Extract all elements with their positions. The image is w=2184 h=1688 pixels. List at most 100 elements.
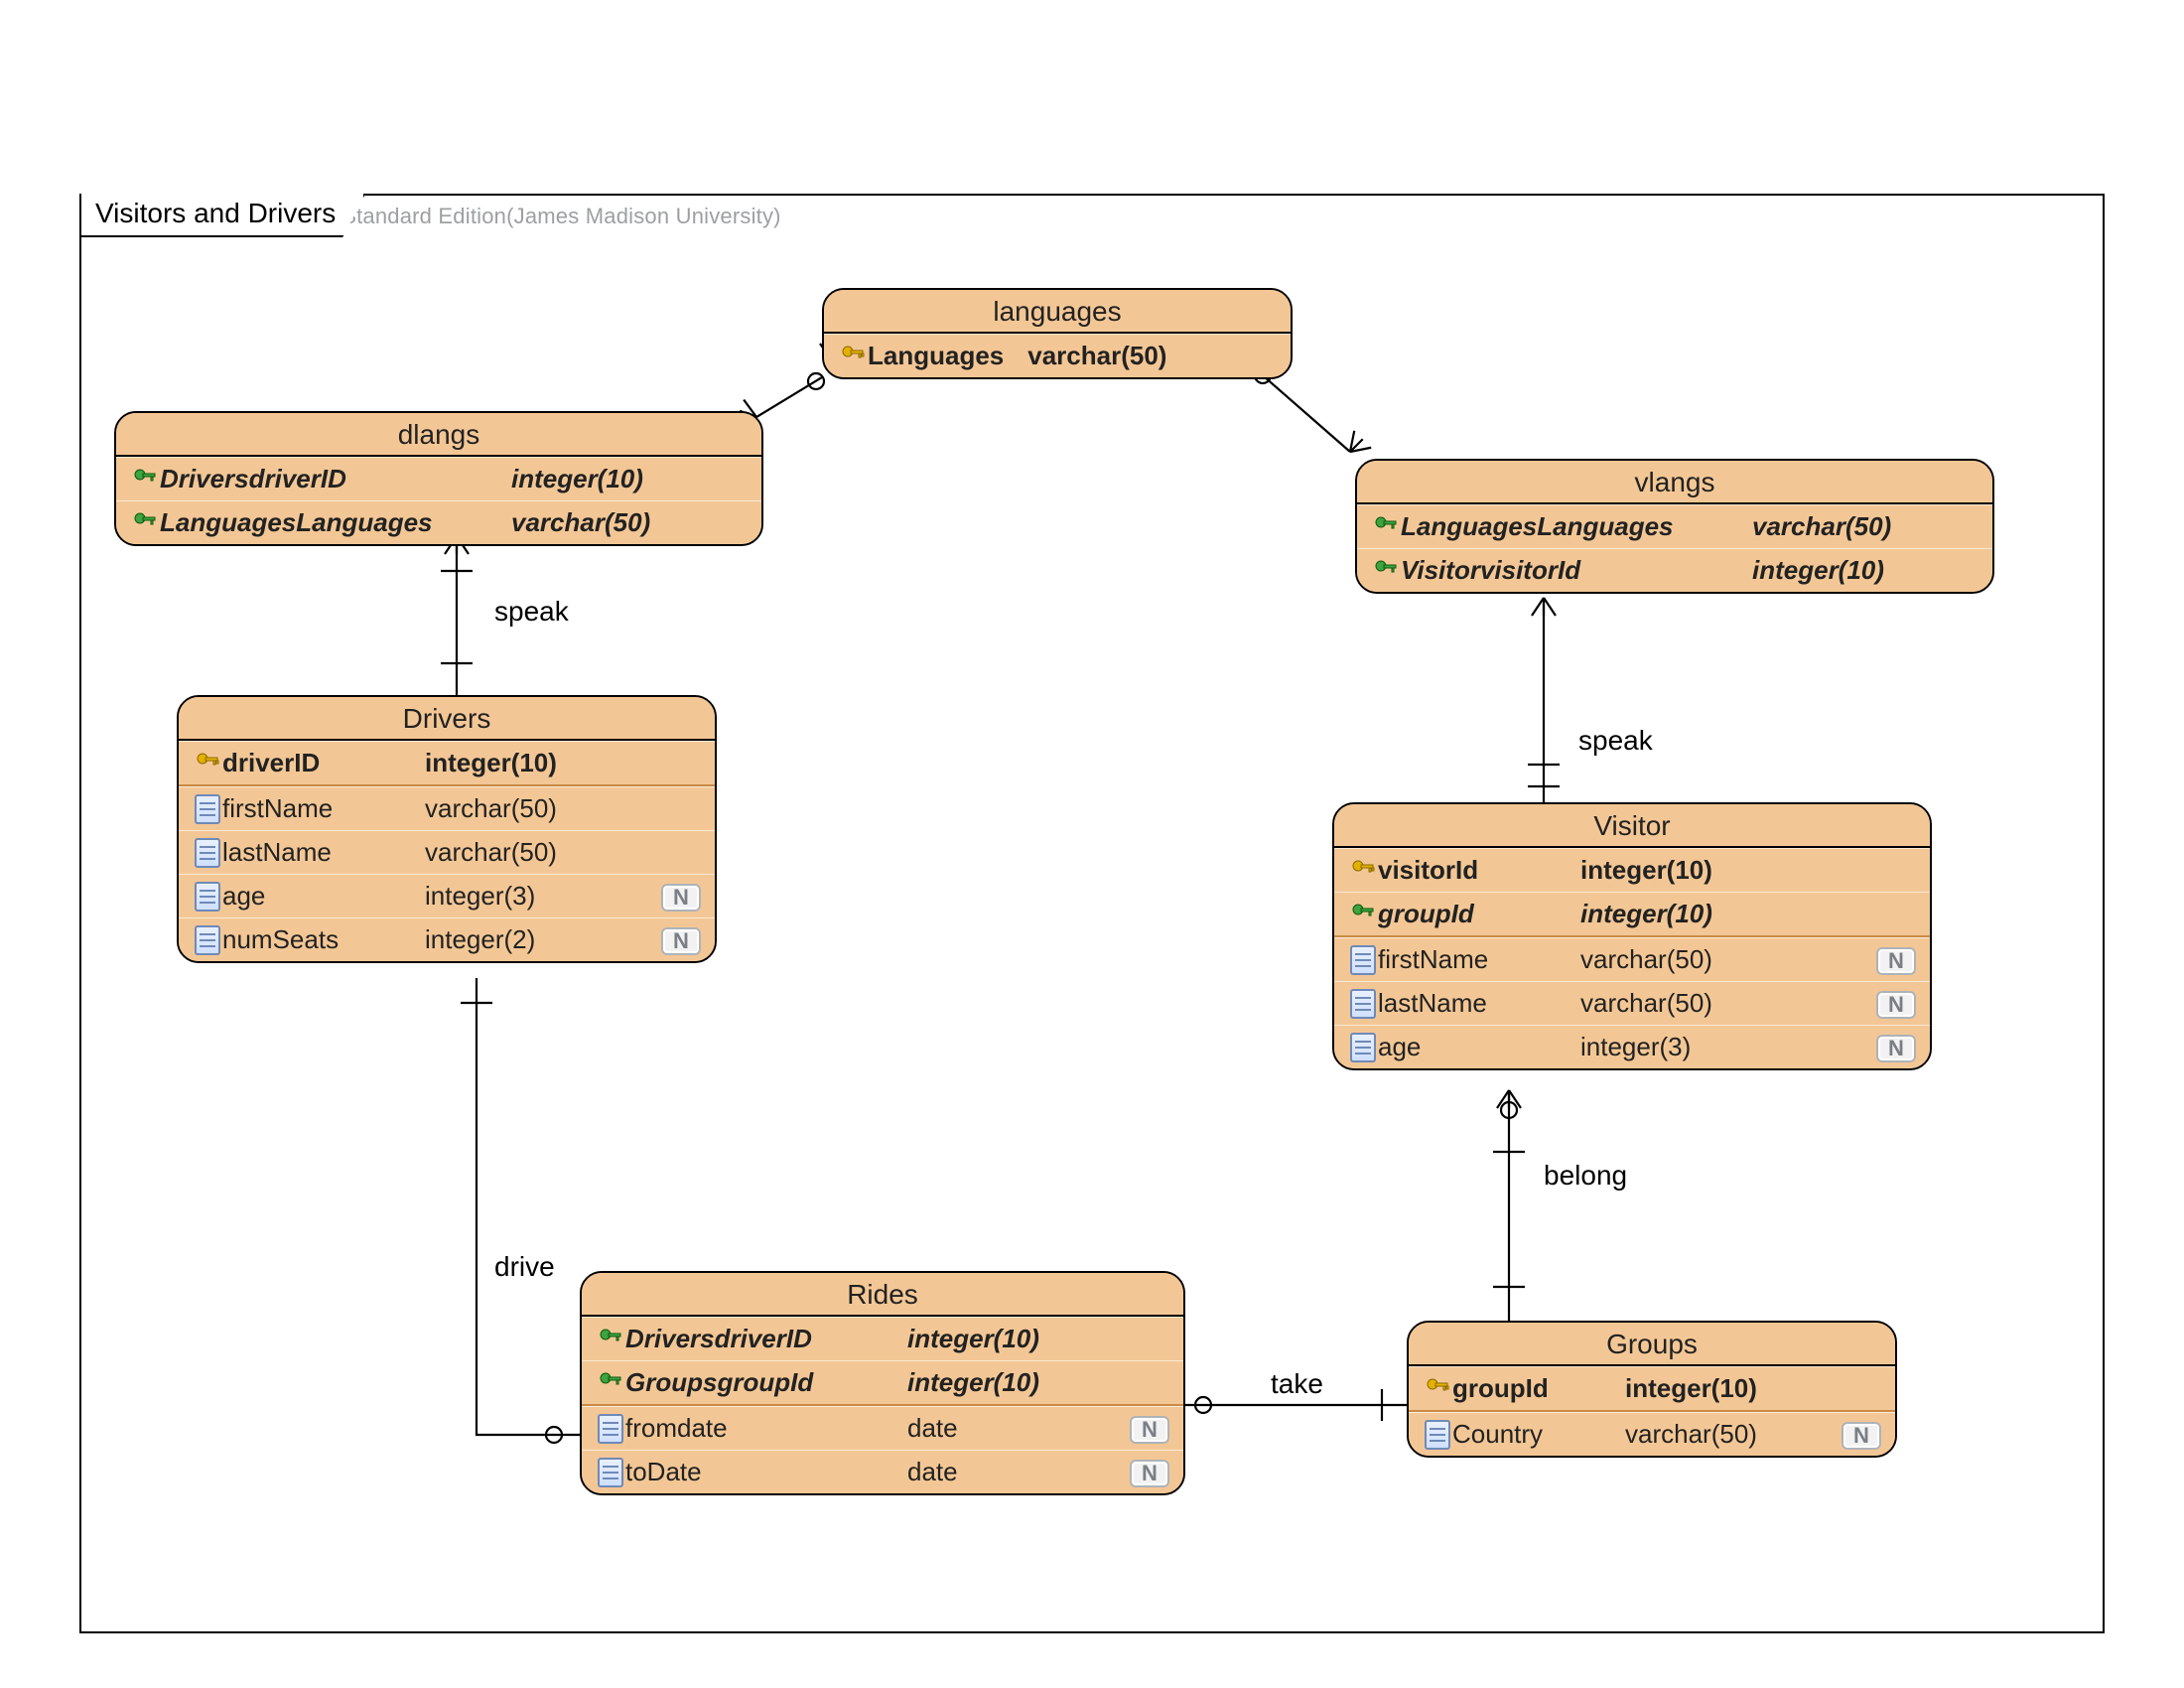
entity-drivers[interactable]: Drivers driverID integer(10) firstName v… xyxy=(177,695,717,963)
table-row: fromdate date N xyxy=(582,1406,1183,1450)
column-icon xyxy=(1423,1420,1452,1450)
entity-title: Groups xyxy=(1409,1323,1895,1366)
table-row: LanguagesLanguages varchar(50) xyxy=(116,500,761,544)
table-row: visitorId integer(10) xyxy=(1334,848,1930,892)
rel-label-take: take xyxy=(1271,1368,1323,1400)
column-name: lastName xyxy=(222,837,425,868)
table-row: lastName varchar(50) xyxy=(179,830,715,874)
table-row: DriversdriverID integer(10) xyxy=(116,457,761,500)
column-type: varchar(50) xyxy=(511,507,748,538)
foreign-key-icon xyxy=(596,1371,625,1395)
column-name: fromdate xyxy=(625,1413,907,1444)
foreign-key-icon xyxy=(596,1328,625,1351)
foreign-key-icon xyxy=(130,511,160,535)
column-name: LanguagesLanguages xyxy=(1401,511,1752,542)
primary-key-icon xyxy=(193,752,222,775)
column-name: DriversdriverID xyxy=(625,1324,907,1354)
column-type: varchar(50) xyxy=(425,837,701,868)
primary-key-icon xyxy=(1423,1377,1452,1401)
column-name: GroupsgroupId xyxy=(625,1367,907,1398)
column-type: integer(3) xyxy=(1580,1032,1866,1062)
entity-groups[interactable]: Groups groupId integer(10) Country varch… xyxy=(1407,1321,1897,1458)
entity-vlangs[interactable]: vlangs LanguagesLanguages varchar(50) Vi… xyxy=(1355,459,1994,594)
table-row: age integer(3) N xyxy=(179,874,715,917)
rel-label-belong: belong xyxy=(1544,1160,1627,1192)
column-icon xyxy=(193,838,222,868)
entity-languages[interactable]: languages Languages varchar(50) xyxy=(822,288,1293,379)
column-name: DriversdriverID xyxy=(160,464,511,494)
column-name: groupId xyxy=(1378,899,1580,929)
column-name: firstName xyxy=(1378,944,1580,975)
primary-key-icon xyxy=(838,345,868,368)
foreign-key-icon xyxy=(1348,903,1378,926)
column-name: LanguagesLanguages xyxy=(160,507,511,538)
column-name: Country xyxy=(1452,1419,1625,1450)
column-type: integer(10) xyxy=(907,1367,1169,1398)
table-row: toDate date N xyxy=(582,1450,1183,1493)
entity-title: Rides xyxy=(582,1273,1183,1317)
table-row: DriversdriverID integer(10) xyxy=(582,1317,1183,1360)
column-name: driverID xyxy=(222,748,425,778)
column-icon xyxy=(596,1414,625,1444)
table-row: lastName varchar(50) N xyxy=(1334,981,1930,1025)
table-row: numSeats integer(2) N xyxy=(179,917,715,961)
table-row: groupId integer(10) xyxy=(1334,892,1930,935)
foreign-key-icon xyxy=(1371,515,1401,539)
column-type: varchar(50) xyxy=(1580,988,1866,1019)
column-icon xyxy=(193,925,222,955)
column-type: varchar(50) xyxy=(425,793,701,824)
column-type: integer(10) xyxy=(1580,855,1916,886)
column-type: date xyxy=(907,1457,1120,1487)
column-icon xyxy=(193,882,222,912)
nullable-badge: N xyxy=(651,881,701,912)
foreign-key-icon xyxy=(1371,559,1401,583)
entity-title: Visitor xyxy=(1334,804,1930,848)
table-row: age integer(3) N xyxy=(1334,1025,1930,1068)
column-name: Languages xyxy=(868,341,1027,371)
column-icon xyxy=(596,1458,625,1487)
column-type: integer(10) xyxy=(1752,555,1979,586)
table-row: groupId integer(10) xyxy=(1409,1366,1895,1410)
column-icon xyxy=(1348,945,1378,975)
column-name: visitorId xyxy=(1378,855,1580,886)
nullable-badge: N xyxy=(1866,944,1916,975)
rel-label-speak-visitor: speak xyxy=(1578,725,1653,757)
column-icon xyxy=(1348,989,1378,1019)
table-row: GroupsgroupId integer(10) xyxy=(582,1360,1183,1404)
table-row: firstName varchar(50) N xyxy=(1334,937,1930,981)
column-type: varchar(50) xyxy=(1625,1419,1832,1450)
nullable-badge: N xyxy=(1866,988,1916,1019)
rel-label-drive: drive xyxy=(494,1251,555,1283)
entity-title: languages xyxy=(824,290,1291,334)
column-type: integer(10) xyxy=(1625,1373,1881,1404)
column-icon xyxy=(193,794,222,824)
entity-visitor[interactable]: Visitor visitorId integer(10) groupId in… xyxy=(1332,802,1932,1070)
nullable-badge: N xyxy=(1832,1419,1881,1450)
column-name: firstName xyxy=(222,793,425,824)
table-row: driverID integer(10) xyxy=(179,741,715,784)
column-type: integer(10) xyxy=(1580,899,1916,929)
table-row: firstName varchar(50) xyxy=(179,786,715,830)
column-name: lastName xyxy=(1378,988,1580,1019)
entity-title: vlangs xyxy=(1357,461,1992,504)
diagram-frame-title: Visitors and Drivers xyxy=(79,194,365,237)
table-row: VisitorvisitorId integer(10) xyxy=(1357,548,1992,592)
entity-dlangs[interactable]: dlangs DriversdriverID integer(10) Langu… xyxy=(114,411,763,546)
primary-key-icon xyxy=(1348,859,1378,883)
column-type: date xyxy=(907,1413,1120,1444)
column-name: toDate xyxy=(625,1457,907,1487)
column-type: varchar(50) xyxy=(1027,341,1277,371)
column-type: integer(2) xyxy=(425,924,651,955)
nullable-badge: N xyxy=(1120,1413,1169,1444)
rel-label-speak-drivers: speak xyxy=(494,596,569,628)
foreign-key-icon xyxy=(130,468,160,492)
entity-title: dlangs xyxy=(116,413,761,457)
column-type: integer(3) xyxy=(425,881,651,912)
column-type: varchar(50) xyxy=(1752,511,1979,542)
column-type: varchar(50) xyxy=(1580,944,1866,975)
entity-rides[interactable]: Rides DriversdriverID integer(10) Groups… xyxy=(580,1271,1185,1495)
table-row: Languages varchar(50) xyxy=(824,334,1291,377)
table-row: Country varchar(50) N xyxy=(1409,1412,1895,1456)
column-name: age xyxy=(222,881,425,912)
column-type: integer(10) xyxy=(907,1324,1169,1354)
